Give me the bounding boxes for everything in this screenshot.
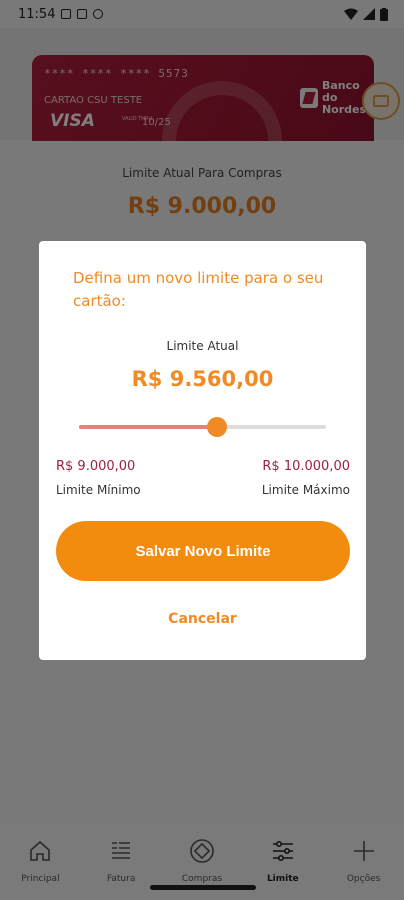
max-limit-value: R$ 10.000,00 bbox=[262, 459, 350, 474]
limit-value: R$ 9.560,00 bbox=[131, 367, 274, 391]
slider-fill bbox=[79, 425, 218, 429]
min-limit-value: R$ 9.000,00 bbox=[56, 459, 136, 474]
save-limit-button[interactable]: Salvar Novo Limite bbox=[56, 521, 350, 581]
slider-thumb[interactable] bbox=[207, 417, 228, 437]
dialog-title: Defina um novo limite para o seu cartão: bbox=[73, 269, 324, 310]
max-limit-label: Limite Máximo bbox=[261, 483, 350, 497]
min-limit-label: Limite Mínimo bbox=[56, 483, 141, 497]
limit-slider[interactable] bbox=[79, 417, 326, 437]
home-indicator bbox=[150, 885, 256, 890]
limit-dialog: Defina um novo limite para o seu cartão:… bbox=[39, 241, 366, 660]
limit-label: Limite Atual bbox=[166, 339, 239, 353]
cancel-button[interactable]: Cancelar bbox=[39, 611, 366, 627]
